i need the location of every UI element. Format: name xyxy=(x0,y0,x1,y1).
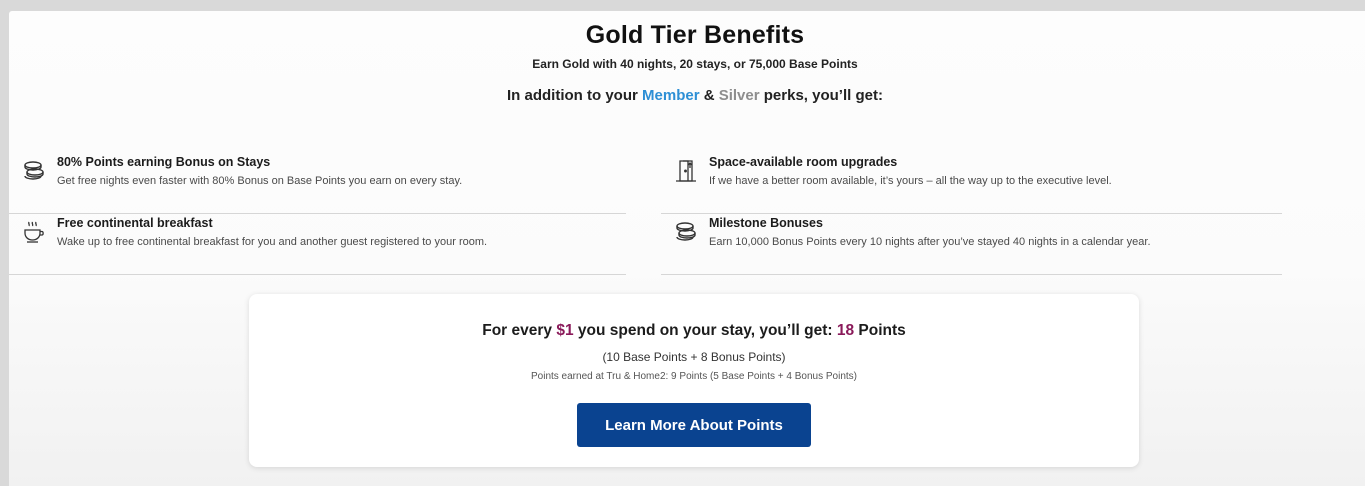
tru-home2-note: Points earned at Tru & Home2: 9 Points (… xyxy=(530,371,857,382)
coffee-cup-icon xyxy=(21,219,47,245)
points-earning-card: For every $1 you spend on your stay, you… xyxy=(249,294,1139,467)
intro-ampersand: & xyxy=(699,87,719,104)
points-suffix: Points xyxy=(854,322,906,339)
headline-prefix: For every xyxy=(482,322,557,339)
benefit-points-bonus: 80% Points earning Bonus on Stays Get fr… xyxy=(9,152,626,214)
benefit-milestone-bonuses: Milestone Bonuses Earn 10,000 Bonus Poin… xyxy=(661,213,1282,275)
room-upgrade-icon xyxy=(673,158,699,184)
learn-more-points-button[interactable]: Learn More About Points xyxy=(577,403,811,447)
silver-tier-label: Silver xyxy=(718,87,760,104)
coins-stack-icon xyxy=(673,219,699,245)
benefit-title: Space-available room upgrades xyxy=(709,155,898,169)
spend-amount: $1 xyxy=(556,322,574,339)
benefit-title: Free continental breakfast xyxy=(57,216,213,230)
member-tier-label: Member xyxy=(642,87,700,104)
intro-suffix: perks, you’ll get: xyxy=(759,87,883,104)
benefit-title: 80% Points earning Bonus on Stays xyxy=(57,155,271,169)
benefit-title: Milestone Bonuses xyxy=(709,216,823,230)
gold-tier-benefits-section: Gold Tier Benefits Earn Gold with 40 nig… xyxy=(9,11,1365,486)
benefit-description: Earn 10,000 Bonus Points every 10 nights… xyxy=(709,236,1151,248)
headline-middle: you spend on your stay, you’ll get: xyxy=(573,322,837,339)
benefit-description: If we have a better room available, it’s… xyxy=(709,175,1112,187)
benefit-description: Get free nights even faster with 80% Bon… xyxy=(57,175,463,187)
benefit-room-upgrades: Space-available room upgrades If we have… xyxy=(661,152,1282,214)
tier-qualification-text: Earn Gold with 40 nights, 20 stays, or 7… xyxy=(532,57,858,71)
points-headline: For every $1 you spend on your stay, you… xyxy=(249,322,1139,340)
points-breakdown: (10 Base Points + 8 Bonus Points) xyxy=(602,350,786,364)
points-value: 18 xyxy=(836,322,855,339)
page-title: Gold Tier Benefits xyxy=(585,21,805,49)
coins-stack-icon xyxy=(21,158,47,184)
intro-prefix: In addition to your xyxy=(507,87,643,104)
benefit-breakfast: Free continental breakfast Wake up to fr… xyxy=(9,213,626,275)
perks-intro: In addition to your Member & Silver perk… xyxy=(9,87,1365,104)
benefit-description: Wake up to free continental breakfast fo… xyxy=(57,236,488,248)
